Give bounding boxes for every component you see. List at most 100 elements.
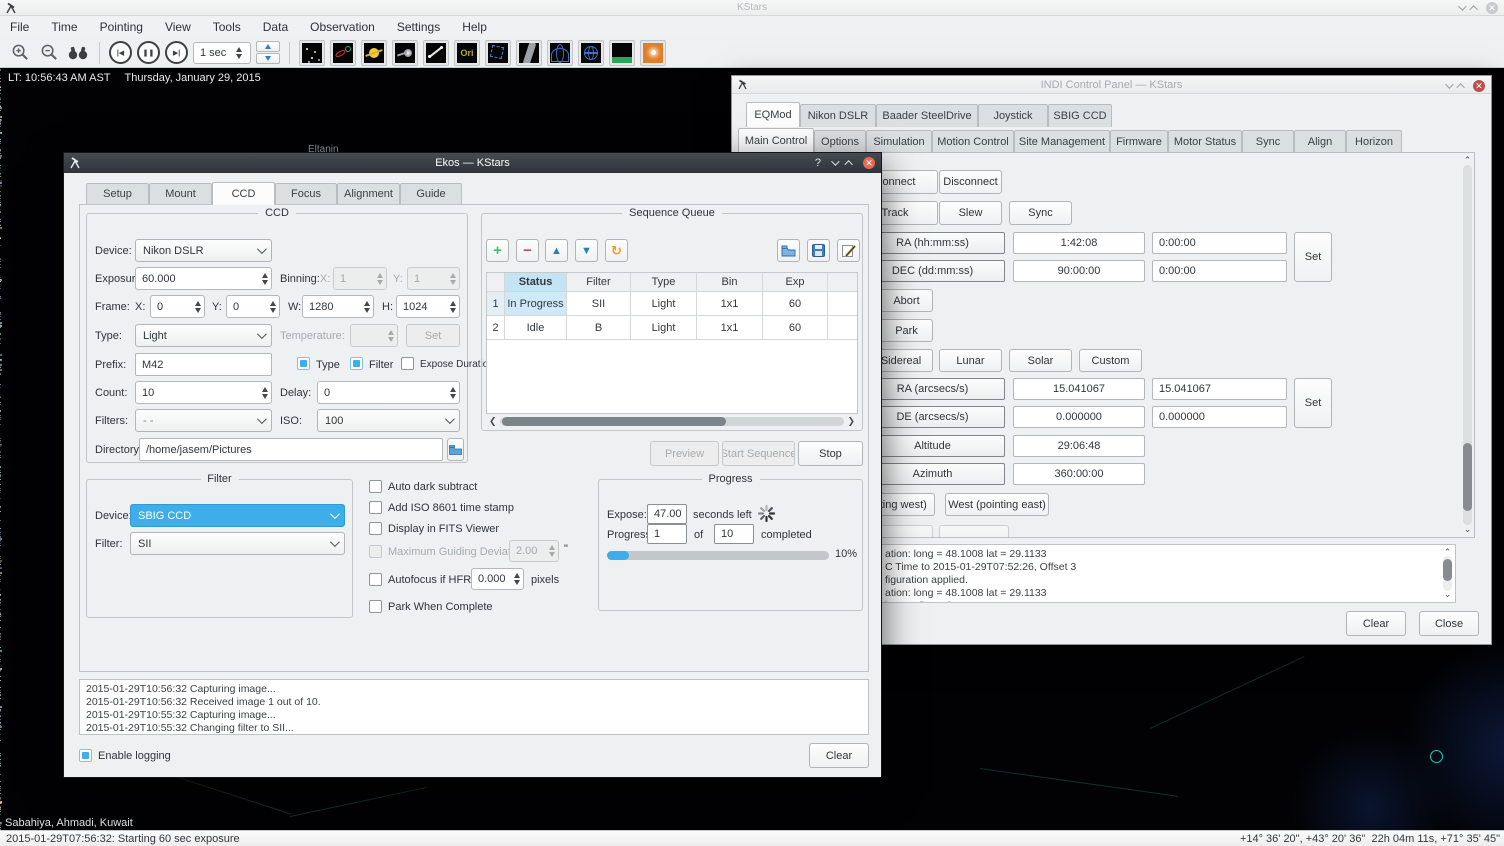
fits-viewer-checkbox[interactable]: [369, 522, 382, 535]
toggle-deepsky-icon[interactable]: [330, 40, 356, 66]
tab-mount[interactable]: Mount: [149, 183, 212, 204]
dec-input[interactable]: 0:00:00: [1152, 260, 1287, 282]
reset-queue-button[interactable]: ↻: [605, 239, 628, 262]
time-step-spinbox[interactable]: 1 sec: [193, 42, 251, 64]
solar-rate-button[interactable]: Solar: [1009, 349, 1072, 372]
tab-horizon[interactable]: Horizon: [1346, 130, 1402, 153]
indi-close-button[interactable]: Close: [1419, 611, 1479, 636]
tab-ccd[interactable]: CCD: [212, 182, 275, 205]
iso8601-checkbox[interactable]: [369, 501, 382, 514]
autofocus-hfr-spin[interactable]: 0.000: [471, 568, 524, 590]
zoom-out-button[interactable]: [37, 41, 61, 65]
sequence-table[interactable]: Status Filter Type Bin Exp 1 In Progress…: [486, 272, 858, 414]
browse-directory-button[interactable]: [447, 438, 464, 461]
tab-baader-steeldrive[interactable]: Baader SteelDrive: [876, 104, 978, 127]
filter-device-combo[interactable]: SBIG CCD: [130, 504, 345, 527]
help-icon[interactable]: ?: [815, 157, 821, 169]
save-sequence-as-button[interactable]: [837, 239, 860, 262]
move-job-down-button[interactable]: ▼: [575, 239, 598, 262]
tab-nikon-dslr[interactable]: Nikon DSLR: [800, 104, 876, 127]
toggle-supernovae-icon[interactable]: [640, 40, 666, 66]
toggle-equatorial-grid-icon[interactable]: [547, 40, 573, 66]
open-sequence-button[interactable]: [777, 239, 800, 262]
toggle-horizontal-grid-icon[interactable]: [578, 40, 604, 66]
frame-w-spin[interactable]: 1280: [302, 295, 374, 318]
time-rewind-button[interactable]: |◀: [109, 41, 132, 64]
rate-set-button[interactable]: Set: [1294, 378, 1332, 428]
table-row[interactable]: 2 Idle B Light 1x1 60: [487, 316, 857, 340]
menu-settings[interactable]: Settings: [397, 20, 440, 34]
de-rate-input[interactable]: 0.000000: [1152, 406, 1287, 428]
menu-observation[interactable]: Observation: [310, 20, 375, 34]
tab-site-management[interactable]: Site Management: [1014, 130, 1110, 153]
filter-filter-combo[interactable]: SII: [130, 532, 345, 555]
park-button[interactable]: Park: [880, 319, 933, 342]
tab-alignment[interactable]: Alignment: [337, 183, 400, 204]
table-row[interactable]: 1 In Progress SII Light 1x1 60: [487, 292, 857, 316]
tab-motion-control[interactable]: Motion Control: [932, 130, 1014, 153]
find-object-icon[interactable]: [66, 41, 90, 65]
tab-setup[interactable]: Setup: [86, 183, 149, 204]
toggle-constellation-lines-icon[interactable]: [423, 40, 449, 66]
indi-log-scrollbar[interactable]: ⌃ ⌄: [1441, 546, 1454, 601]
eq-set-button[interactable]: Set: [1294, 232, 1332, 282]
autofocus-hfr-checkbox[interactable]: [369, 573, 382, 586]
indi-panel-scrollbar[interactable]: ⌄ ⌃: [1461, 155, 1474, 535]
tab-sbig-ccd[interactable]: SBIG CCD: [1048, 104, 1112, 127]
toggle-constellation-names-icon[interactable]: Ori: [454, 40, 480, 66]
toggle-comets-icon[interactable]: [392, 40, 418, 66]
maximize-icon[interactable]: [1456, 83, 1464, 91]
menu-help[interactable]: Help: [462, 20, 487, 34]
sky-object-marker[interactable]: [1430, 750, 1443, 763]
minimize-icon[interactable]: [1458, 2, 1466, 10]
clipped-button[interactable]: [939, 525, 1009, 538]
col-exp[interactable]: Exp: [763, 273, 828, 292]
ekos-clear-button[interactable]: Clear: [809, 743, 869, 768]
park-complete-checkbox[interactable]: [369, 600, 382, 613]
prefix-input[interactable]: M42: [135, 353, 272, 376]
menu-file[interactable]: File: [10, 20, 29, 34]
col-bin[interactable]: Bin: [697, 273, 763, 292]
ccd-device-combo[interactable]: Nikon DSLR: [135, 239, 272, 262]
tab-focus[interactable]: Focus: [275, 183, 337, 204]
abort-button[interactable]: Abort: [880, 289, 933, 312]
col-filter[interactable]: Filter: [567, 273, 631, 292]
save-sequence-button[interactable]: [807, 239, 830, 262]
toggle-ground-icon[interactable]: [609, 40, 635, 66]
directory-input[interactable]: /home/jasem/Pictures: [139, 438, 443, 461]
menu-time[interactable]: Time: [51, 20, 77, 34]
slew-button[interactable]: Slew: [939, 201, 1002, 225]
remove-job-button[interactable]: −: [516, 239, 539, 262]
tab-simulation[interactable]: Simulation: [866, 130, 932, 153]
tab-align[interactable]: Align: [1294, 130, 1346, 153]
frame-y-spin[interactable]: 0: [226, 295, 280, 318]
move-job-up-button[interactable]: ▲: [545, 239, 568, 262]
table-hscrollbar[interactable]: ❮ ❯: [486, 415, 858, 428]
custom-rate-button[interactable]: Custom: [1079, 349, 1142, 372]
add-job-button[interactable]: +: [486, 239, 509, 262]
time-forward-button[interactable]: ▶|: [165, 41, 188, 64]
menu-pointing[interactable]: Pointing: [100, 20, 143, 34]
minimize-icon[interactable]: [1445, 80, 1453, 88]
exposure-spin[interactable]: 60.000: [135, 267, 272, 290]
clipped-button[interactable]: [880, 525, 933, 538]
indi-titlebar[interactable]: INDI Control Panel — KStars ✕: [732, 76, 1491, 94]
disconnect-button[interactable]: Disconnect: [939, 170, 1002, 194]
toggle-constellation-boundaries-icon[interactable]: [485, 40, 511, 66]
toggle-milkyway-icon[interactable]: [516, 40, 542, 66]
time-step-adjuster[interactable]: [256, 41, 280, 64]
ra-input[interactable]: 0:00:00: [1152, 232, 1287, 254]
enable-logging-checkbox[interactable]: [79, 749, 92, 762]
lunar-rate-button[interactable]: Lunar: [939, 349, 1002, 372]
col-status[interactable]: Status: [505, 273, 567, 292]
tab-motor-status[interactable]: Motor Status: [1168, 130, 1242, 153]
iso-combo[interactable]: 100: [317, 409, 460, 432]
ekos-log-view[interactable]: 2015-01-29T10:56:32 Capturing image... 2…: [79, 679, 869, 735]
ra-rate-input[interactable]: 15.041067: [1152, 378, 1287, 400]
zoom-in-button[interactable]: [8, 41, 32, 65]
filters-combo[interactable]: - -: [135, 409, 272, 432]
tab-main-control[interactable]: Main Control: [738, 128, 814, 153]
toggle-planets-icon[interactable]: [361, 40, 387, 66]
close-icon[interactable]: ✕: [863, 157, 875, 169]
tab-firmware[interactable]: Firmware: [1110, 130, 1168, 153]
